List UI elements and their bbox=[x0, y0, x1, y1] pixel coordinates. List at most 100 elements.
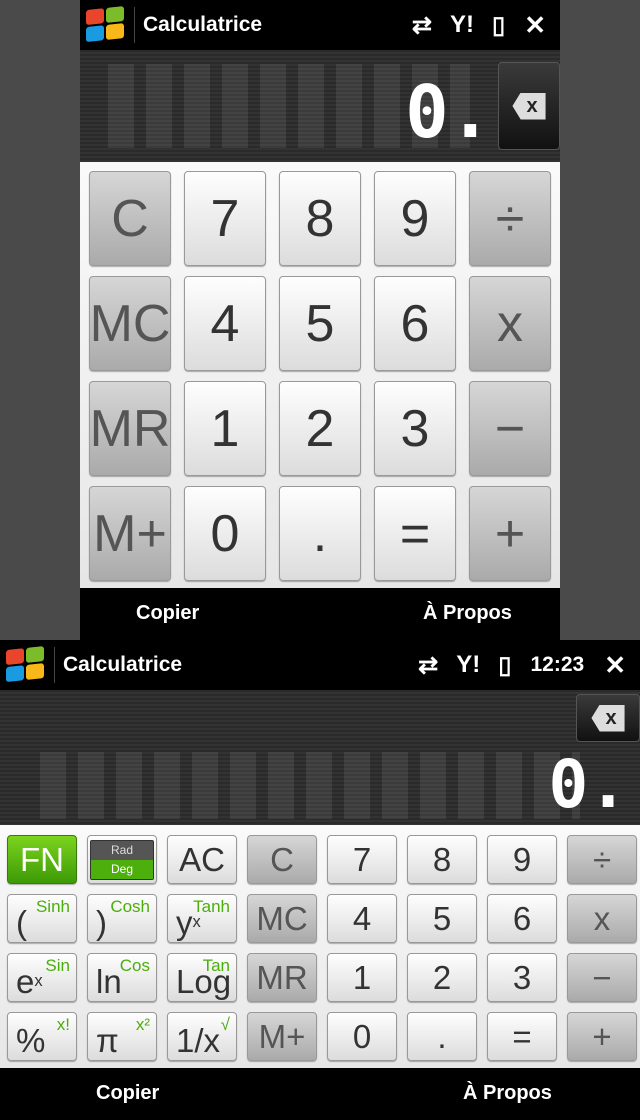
key-label: 1 bbox=[352, 958, 372, 996]
key-label: M+ bbox=[258, 1017, 306, 1055]
key-button[interactable]: = bbox=[487, 1012, 557, 1061]
key-label: 8 bbox=[432, 840, 452, 878]
key-button[interactable]: 6 bbox=[374, 276, 456, 371]
close-icon[interactable]: ✕ bbox=[524, 10, 546, 41]
backspace-button[interactable]: x bbox=[576, 694, 640, 742]
about-menu-button[interactable]: À Propos bbox=[423, 602, 512, 625]
key-secondary-label: Tanh bbox=[193, 897, 230, 916]
key-secondary-label: Sin bbox=[45, 956, 70, 975]
key-label: x bbox=[593, 899, 611, 937]
key-button[interactable]: π x² bbox=[87, 1012, 157, 1061]
key-secondary-label: Cosh bbox=[110, 897, 150, 916]
key-button[interactable]: 0 bbox=[327, 1012, 397, 1061]
backspace-button[interactable]: x bbox=[498, 62, 560, 150]
key-button[interactable]: M+ bbox=[247, 1012, 317, 1061]
key-button[interactable]: − bbox=[469, 381, 551, 476]
key-button[interactable]: + bbox=[469, 486, 551, 581]
key-button[interactable]: 8 bbox=[407, 835, 477, 884]
key-button[interactable]: 9 bbox=[487, 835, 557, 884]
key-button[interactable]: 7 bbox=[184, 171, 266, 266]
backspace-icon: x bbox=[591, 704, 625, 732]
key-button[interactable]: 1/x √ bbox=[167, 1012, 237, 1061]
windows-start-icon[interactable] bbox=[6, 646, 46, 684]
connectivity-icon[interactable]: ⇄ bbox=[412, 11, 432, 40]
key-button[interactable]: 9 bbox=[374, 171, 456, 266]
key-button[interactable]: FN bbox=[7, 835, 77, 884]
key-button[interactable]: % x! bbox=[7, 1012, 77, 1061]
signal-icon[interactable]: Y! bbox=[456, 651, 480, 679]
key-button[interactable]: MR bbox=[247, 953, 317, 1002]
key-button[interactable]: MC bbox=[247, 894, 317, 943]
key-button[interactable]: Log Tan bbox=[167, 953, 237, 1002]
keypad-scientific: FN Rad Deg AC C 7 8 9 ÷(Sinh) Cosh y x Tanh MC 4 5 6 x e x S… bbox=[0, 825, 640, 1070]
key-button[interactable]: C bbox=[89, 171, 171, 266]
connectivity-icon[interactable]: ⇄ bbox=[418, 651, 438, 680]
divider bbox=[134, 7, 135, 43]
key-button[interactable]: 3 bbox=[487, 953, 557, 1002]
key-secondary-label: x! bbox=[56, 1015, 70, 1034]
display: 0. x bbox=[80, 50, 560, 162]
key-label: 5 bbox=[305, 294, 335, 353]
key-button[interactable]: 6 bbox=[487, 894, 557, 943]
key-button[interactable]: ln Cos bbox=[87, 953, 157, 1002]
key-button[interactable]: MC bbox=[89, 276, 171, 371]
key-button[interactable]: 0 bbox=[184, 486, 266, 581]
key-label: y bbox=[176, 903, 193, 941]
key-button[interactable]: (Sinh bbox=[7, 894, 77, 943]
key-button[interactable]: + bbox=[567, 1012, 637, 1061]
key-label: + bbox=[494, 504, 526, 563]
key-label: 6 bbox=[400, 294, 430, 353]
key-label: MR bbox=[89, 399, 171, 458]
key-button[interactable]: 2 bbox=[279, 381, 361, 476]
close-icon[interactable]: ✕ bbox=[604, 650, 626, 681]
key-button[interactable]: 3 bbox=[374, 381, 456, 476]
key-label: C bbox=[270, 840, 294, 878]
key-button[interactable]: − bbox=[567, 953, 637, 1002]
key-button[interactable]: 5 bbox=[279, 276, 361, 371]
key-button[interactable]: 2 bbox=[407, 953, 477, 1002]
key-button[interactable]: x bbox=[567, 894, 637, 943]
copy-menu-button[interactable]: Copier bbox=[96, 1082, 159, 1105]
battery-icon[interactable]: ▯ bbox=[498, 651, 511, 680]
key-button[interactable]: AC bbox=[167, 835, 237, 884]
clock[interactable]: 12:23 bbox=[530, 653, 584, 677]
key-button[interactable]: x bbox=[469, 276, 551, 371]
key-button[interactable]: . bbox=[279, 486, 361, 581]
signal-icon[interactable]: Y! bbox=[450, 11, 474, 39]
key-label: e bbox=[16, 962, 35, 1000]
key-button[interactable]: MR bbox=[89, 381, 171, 476]
windows-start-icon[interactable] bbox=[86, 6, 126, 44]
key-button[interactable]: 1 bbox=[327, 953, 397, 1002]
title-bar: Calculatrice ⇄ Y! ▯ 12:23 ✕ bbox=[0, 640, 640, 690]
key-label: 2 bbox=[305, 399, 335, 458]
battery-icon[interactable]: ▯ bbox=[492, 11, 505, 40]
key-button[interactable]: 4 bbox=[184, 276, 266, 371]
key-label: 2 bbox=[432, 958, 452, 996]
key-button[interactable]: e x Sin bbox=[7, 953, 77, 1002]
key-button[interactable]: ) Cosh bbox=[87, 894, 157, 943]
key-exponent: x bbox=[34, 972, 43, 990]
key-button[interactable]: ÷ bbox=[567, 835, 637, 884]
key-button[interactable]: C bbox=[247, 835, 317, 884]
key-label: AC bbox=[179, 840, 225, 878]
key-secondary-label: √ bbox=[220, 1015, 230, 1034]
key-button[interactable]: = bbox=[374, 486, 456, 581]
key-button[interactable]: M+ bbox=[89, 486, 171, 581]
about-menu-button[interactable]: À Propos bbox=[463, 1082, 552, 1105]
display-ghost-digits bbox=[34, 752, 580, 819]
key-button[interactable]: . bbox=[407, 1012, 477, 1061]
key-label: . bbox=[437, 1017, 447, 1055]
key-label: . bbox=[312, 504, 328, 563]
key-button[interactable]: ÷ bbox=[469, 171, 551, 266]
copy-menu-button[interactable]: Copier bbox=[136, 602, 199, 625]
key-button[interactable]: 8 bbox=[279, 171, 361, 266]
key-button[interactable]: 4 bbox=[327, 894, 397, 943]
rad-deg-toggle[interactable]: Rad Deg bbox=[87, 835, 157, 884]
key-button[interactable]: 1 bbox=[184, 381, 266, 476]
key-button[interactable]: 5 bbox=[407, 894, 477, 943]
key-label: 4 bbox=[352, 899, 372, 937]
key-button[interactable]: y x Tanh bbox=[167, 894, 237, 943]
key-label: C bbox=[111, 189, 149, 248]
app-title: Calculatrice bbox=[143, 13, 263, 36]
key-button[interactable]: 7 bbox=[327, 835, 397, 884]
